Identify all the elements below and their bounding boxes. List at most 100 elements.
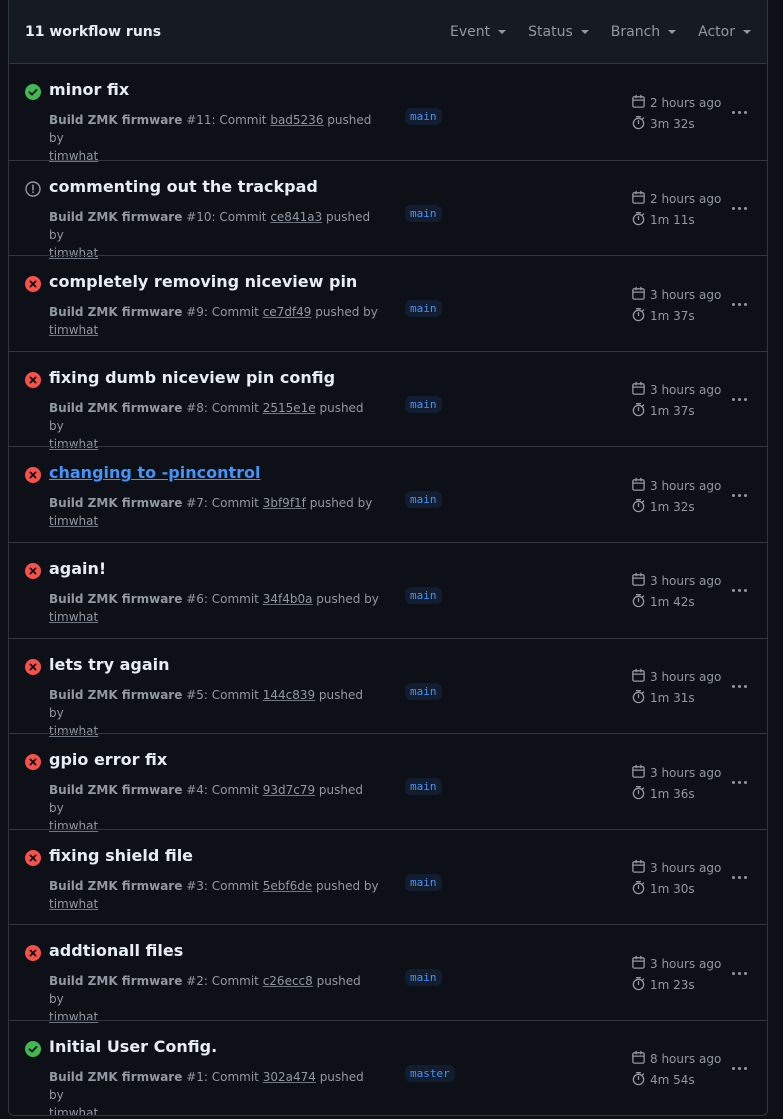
workflow-name: Build ZMK firmware bbox=[49, 591, 183, 606]
workflow-run-row[interactable]: commenting out the trackpad Build ZMK fi… bbox=[9, 159, 767, 260]
run-title[interactable]: again! bbox=[49, 559, 106, 578]
workflow-run-row[interactable]: changing to -pincontrol Build ZMK firmwa… bbox=[9, 446, 767, 542]
kebab-menu-icon[interactable] bbox=[727, 203, 751, 215]
kebab-menu-icon[interactable] bbox=[727, 106, 751, 118]
run-duration: 3m 32s bbox=[650, 116, 695, 131]
kebab-menu-icon[interactable] bbox=[727, 489, 751, 501]
branch-label[interactable]: main bbox=[405, 873, 442, 891]
branch-label[interactable]: main bbox=[405, 300, 442, 318]
run-title[interactable]: lets try again bbox=[49, 655, 170, 674]
run-title[interactable]: Initial User Config. bbox=[49, 1037, 217, 1056]
branch-label[interactable]: main bbox=[405, 778, 442, 796]
kebab-menu-icon[interactable] bbox=[727, 298, 751, 310]
run-duration: 1m 32s bbox=[650, 499, 695, 514]
calendar-icon bbox=[631, 1050, 646, 1068]
run-times: 3 hours ago 1m 37s bbox=[631, 284, 721, 326]
success-status-icon bbox=[25, 1040, 41, 1057]
commit-link[interactable]: 302a474 bbox=[263, 1070, 316, 1084]
branch-label[interactable]: main bbox=[405, 682, 442, 700]
commit-link[interactable]: ce7df49 bbox=[263, 305, 312, 319]
run-meta: Build ZMK firmware #1: Commit 302a474 pu… bbox=[49, 1068, 379, 1115]
workflow-run-row[interactable]: completely removing niceview pin Build Z… bbox=[9, 255, 767, 351]
workflow-run-row[interactable]: fixing shield file Build ZMK firmware #3… bbox=[9, 828, 767, 925]
run-number: #7 bbox=[186, 496, 204, 511]
run-title[interactable]: fixing dumb niceview pin config bbox=[49, 368, 335, 387]
pushed-by-text: pushed by bbox=[312, 878, 379, 893]
branch-label[interactable]: main bbox=[405, 395, 442, 413]
workflow-name: Build ZMK firmware bbox=[49, 496, 183, 511]
kebab-menu-icon[interactable] bbox=[727, 681, 751, 693]
run-title[interactable]: commenting out the trackpad bbox=[49, 177, 318, 196]
workflow-run-row[interactable]: Initial User Config. Build ZMK firmware … bbox=[9, 1019, 767, 1115]
run-time-ago: 3 hours ago bbox=[650, 670, 722, 685]
run-meta: Build ZMK firmware #9: Commit ce7df49 pu… bbox=[49, 303, 379, 339]
commit-link[interactable]: 2515e1e bbox=[263, 401, 316, 415]
commit-link[interactable]: 34f4b0a bbox=[263, 592, 313, 606]
actor-link[interactable]: timwhat bbox=[49, 1106, 98, 1115]
commit-link[interactable]: 3bf9f1f bbox=[263, 496, 306, 510]
actor-link[interactable]: timwhat bbox=[49, 514, 98, 528]
stopwatch-icon bbox=[631, 211, 646, 229]
actor-link[interactable]: timwhat bbox=[49, 610, 98, 624]
run-title[interactable]: fixing shield file bbox=[49, 846, 193, 865]
failure-status-icon bbox=[25, 371, 41, 388]
actor-link[interactable]: timwhat bbox=[49, 897, 98, 911]
run-title[interactable]: gpio error fix bbox=[49, 750, 167, 769]
run-title[interactable]: minor fix bbox=[49, 80, 129, 99]
kebab-menu-icon[interactable] bbox=[727, 585, 751, 597]
kebab-menu-icon[interactable] bbox=[727, 872, 751, 884]
run-title[interactable]: completely removing niceview pin bbox=[49, 272, 357, 291]
run-number: #4 bbox=[186, 783, 204, 798]
stopwatch-icon bbox=[631, 1071, 646, 1089]
kebab-menu-icon[interactable] bbox=[727, 776, 751, 788]
workflow-run-row[interactable]: minor fix Build ZMK firmware #11: Commit… bbox=[9, 64, 767, 163]
run-duration: 4m 54s bbox=[650, 1073, 695, 1088]
failure-status-icon bbox=[25, 849, 41, 866]
branch-label[interactable]: main bbox=[405, 969, 442, 987]
workflow-run-row[interactable]: lets try again Build ZMK firmware #5: Co… bbox=[9, 637, 767, 738]
run-duration: 1m 36s bbox=[650, 786, 695, 801]
stopwatch-icon bbox=[631, 689, 646, 707]
workflow-run-row[interactable]: gpio error fix Build ZMK firmware #4: Co… bbox=[9, 733, 767, 833]
branch-label[interactable]: main bbox=[405, 204, 442, 222]
commit-link[interactable]: ce841a3 bbox=[270, 210, 322, 224]
calendar-icon bbox=[631, 477, 646, 495]
workflow-run-row[interactable]: fixing dumb niceview pin config Build ZM… bbox=[9, 350, 767, 451]
commit-link[interactable]: c26ecc8 bbox=[263, 974, 313, 988]
workflow-run-row[interactable]: addtionall files Build ZMK firmware #2: … bbox=[9, 924, 767, 1024]
event-filter[interactable]: Event bbox=[450, 24, 507, 40]
branch-label[interactable]: main bbox=[405, 108, 442, 125]
commit-link[interactable]: bad5236 bbox=[270, 113, 323, 127]
actor-filter[interactable]: Actor bbox=[698, 24, 751, 40]
status-filter[interactable]: Status bbox=[528, 24, 589, 40]
run-duration: 1m 37s bbox=[650, 404, 695, 419]
commit-link[interactable]: 144c839 bbox=[263, 688, 315, 702]
run-time-ago: 8 hours ago bbox=[650, 1052, 722, 1067]
commit-link[interactable]: 93d7c79 bbox=[263, 783, 315, 797]
branch-label[interactable]: master bbox=[405, 1064, 455, 1082]
kebab-menu-icon[interactable] bbox=[727, 1063, 751, 1075]
stopwatch-icon bbox=[631, 593, 646, 611]
commit-word: : Commit bbox=[203, 974, 263, 989]
run-number: #1 bbox=[186, 1069, 204, 1084]
run-duration: 1m 31s bbox=[650, 691, 695, 706]
workflow-name: Build ZMK firmware bbox=[49, 113, 183, 127]
run-title[interactable]: addtionall files bbox=[49, 941, 183, 960]
commit-word: : Commit bbox=[203, 878, 263, 893]
run-time-ago: 3 hours ago bbox=[650, 478, 722, 493]
run-title[interactable]: changing to -pincontrol bbox=[49, 463, 260, 482]
commit-link[interactable]: 5ebf6de bbox=[263, 879, 313, 893]
run-times: 3 hours ago 1m 37s bbox=[631, 380, 721, 422]
run-times: 3 hours ago 1m 36s bbox=[631, 762, 721, 804]
branch-label[interactable]: main bbox=[405, 586, 442, 604]
commit-word: : Commit bbox=[203, 305, 263, 320]
branch-filter[interactable]: Branch bbox=[611, 24, 677, 40]
commit-word: : Commit bbox=[211, 113, 271, 127]
branch-label[interactable]: main bbox=[405, 491, 442, 509]
kebab-menu-icon[interactable] bbox=[727, 394, 751, 406]
actor-link[interactable]: timwhat bbox=[49, 323, 98, 337]
kebab-menu-icon[interactable] bbox=[727, 967, 751, 979]
run-times: 3 hours ago 1m 23s bbox=[631, 953, 721, 995]
workflow-run-row[interactable]: again! Build ZMK firmware #6: Commit 34f… bbox=[9, 541, 767, 638]
neutral-status-icon bbox=[25, 180, 41, 197]
